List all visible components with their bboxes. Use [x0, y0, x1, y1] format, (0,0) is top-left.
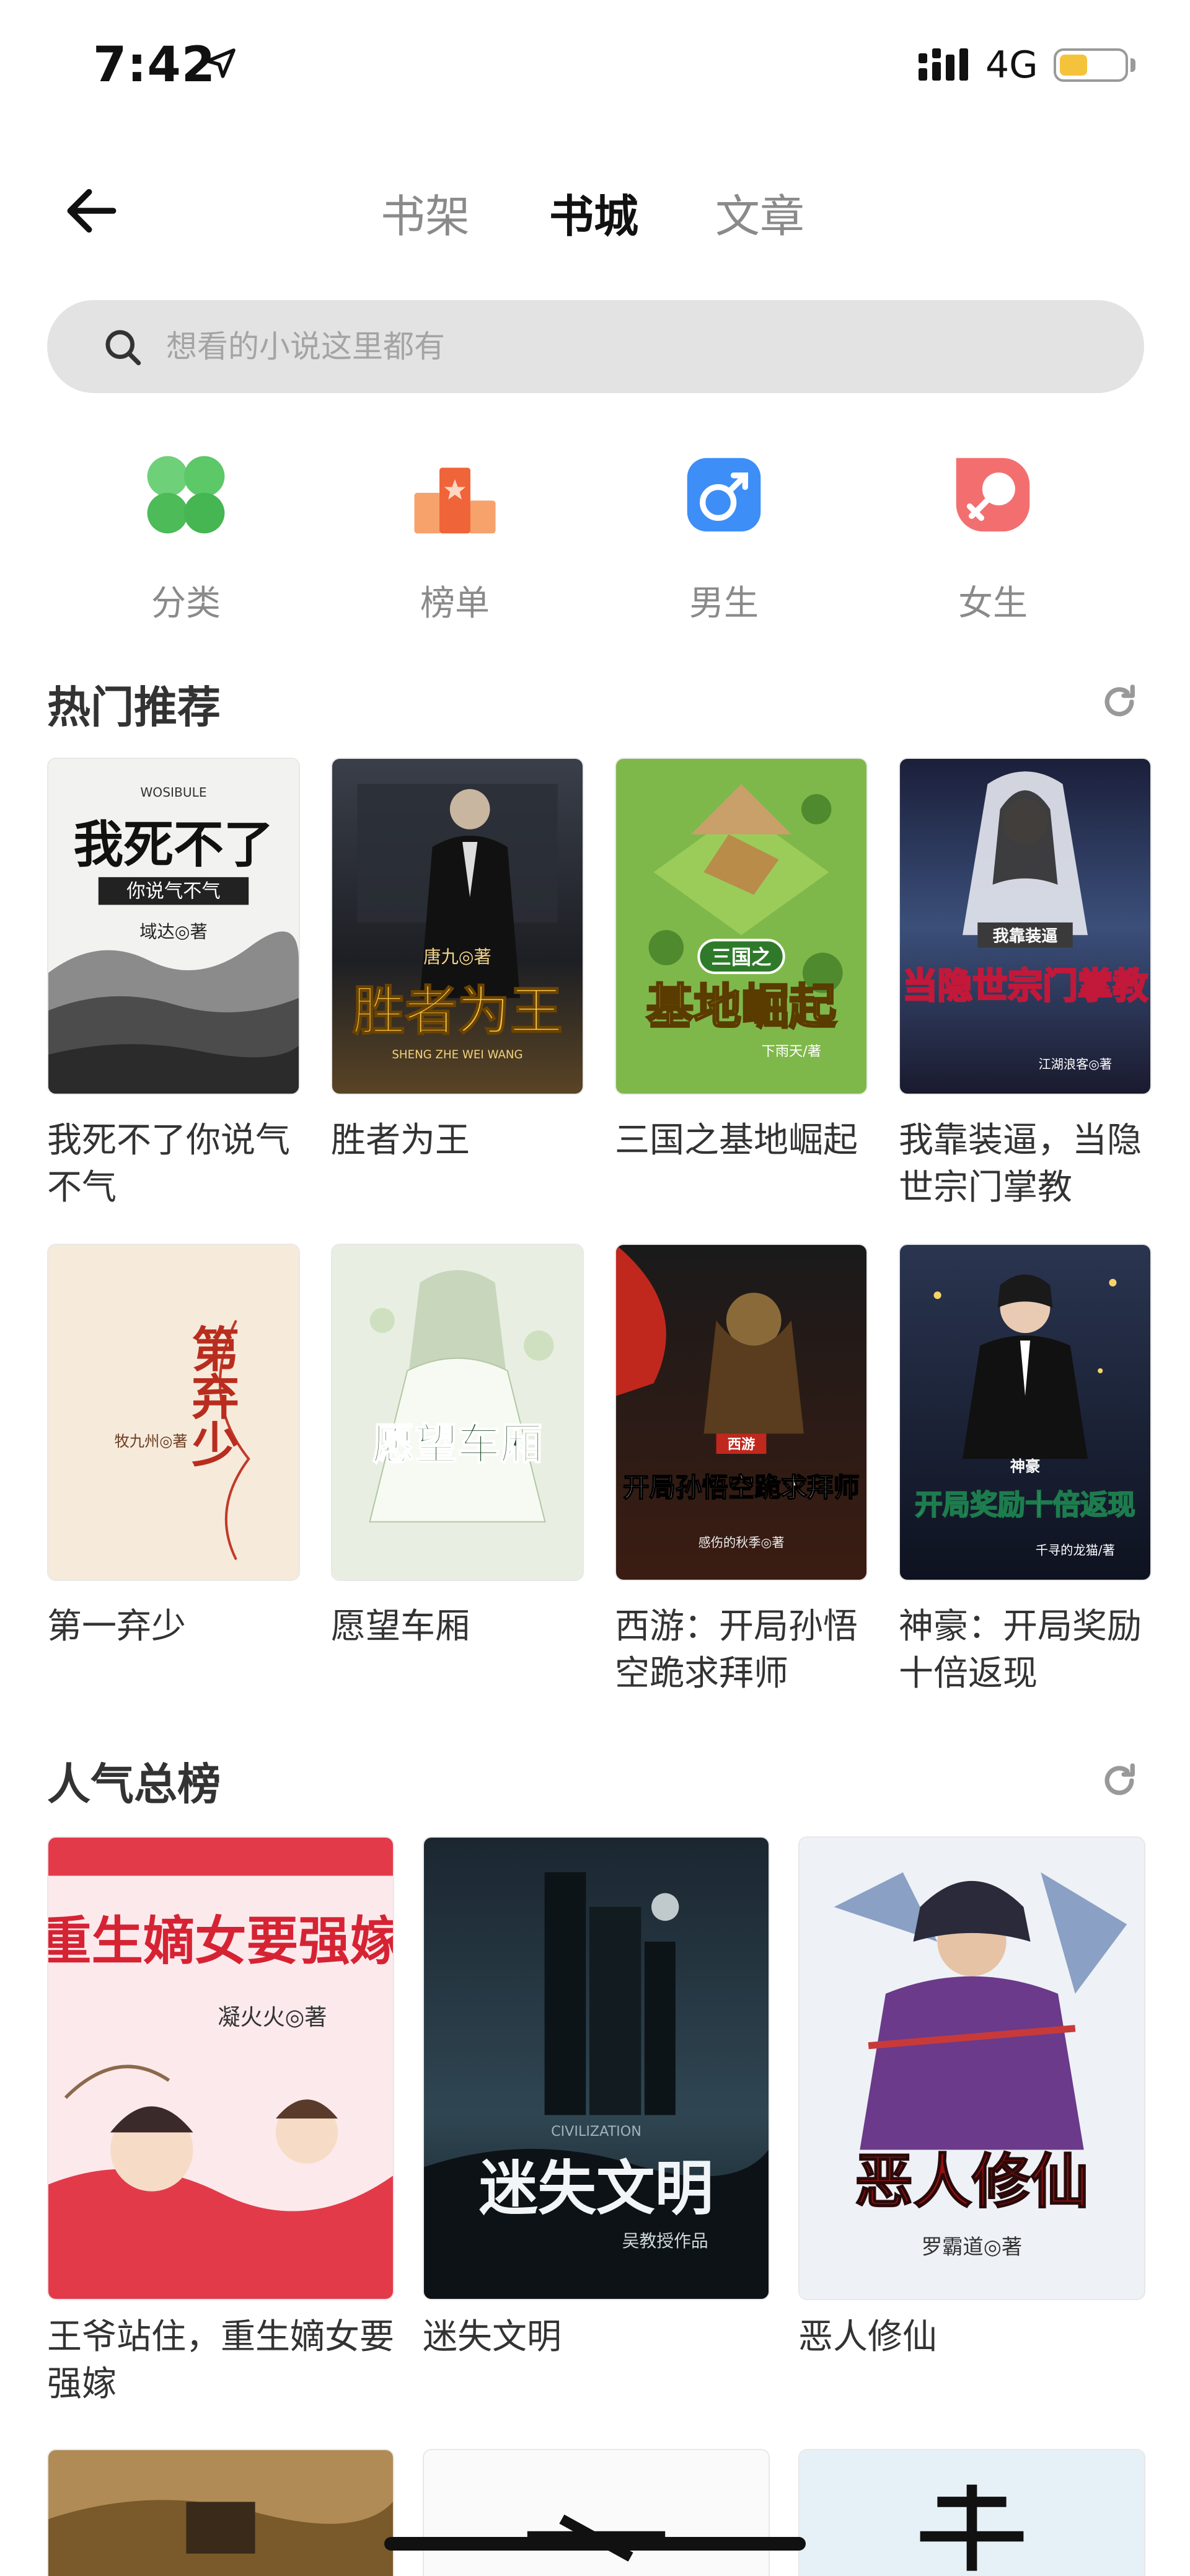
cover-author: 感伤的秋季◎著: [699, 1535, 785, 1550]
book-card[interactable]: 神豪 开局奖励十倍返现 千寻的龙猫/著 神豪：开局奖励十倍返现: [899, 1244, 1154, 1694]
status-bar: 7:42 4G: [0, 0, 1190, 124]
podium-icon: [414, 467, 496, 534]
search-input[interactable]: [166, 324, 1034, 370]
book-title: 我靠装逼，当隐世宗门掌教: [899, 1120, 1142, 1208]
clover-icon: [147, 456, 225, 534]
book-title: 胜者为王: [331, 1120, 470, 1161]
cover-author: 江湖浪客◎著: [1038, 1056, 1112, 1071]
book-card[interactable]: 我靠装逼 当隐世宗门掌教 江湖浪客◎著 我靠装逼，当隐世宗门掌教: [899, 758, 1154, 1208]
book-card[interactable]: WOSIBULE 我死不了 你说气不气 域达◎著 我死不了你说气不气: [47, 758, 302, 1208]
book-title: 第一弃少: [47, 1606, 186, 1647]
cover-subtitle: 你说气不气: [126, 880, 220, 902]
book-cover[interactable]: CIVILIZATION 迷失文明 吴教授作品: [423, 1836, 770, 2300]
book-card[interactable]: 恶人修仙 罗霸道◎著 恶人修仙: [798, 1836, 1147, 2363]
arrow-left-icon[interactable]: [60, 179, 124, 243]
book-card[interactable]: CIVILIZATION 迷失文明 吴教授作品 迷失文明: [423, 1836, 771, 2363]
category-female[interactable]: 女生: [900, 446, 1086, 632]
book-title: 王爷站住，重生嫡女要强嫁: [47, 2317, 394, 2404]
book-cover[interactable]: 神豪 开局奖励十倍返现 千寻的龙猫/著: [899, 1244, 1152, 1581]
cover-title: 恶人修仙: [855, 2148, 1089, 2216]
male-icon: [687, 458, 761, 532]
cover-title: 愿望车厢: [372, 1420, 543, 1469]
refresh-icon[interactable]: [1098, 1759, 1140, 1802]
tab-bookstore[interactable]: 书城: [549, 180, 638, 245]
book-title: 神豪：开局奖励十倍返现: [899, 1606, 1142, 1694]
cover-author: 罗霸道◎著: [922, 2234, 1023, 2259]
book-card[interactable]: 重生嫡女要强嫁 凝火火◎著 王爷站住，重生嫡女要强嫁: [47, 1836, 395, 2404]
cover-author: 唐九◎著: [423, 947, 491, 967]
book-title: 愿望车厢: [331, 1606, 470, 1647]
book-cover[interactable]: 三国之 基地崛起 下雨天/著: [615, 758, 868, 1095]
refresh-icon[interactable]: [1098, 681, 1140, 723]
book-cover-partial[interactable]: [423, 2449, 770, 2576]
category-classify[interactable]: 分类: [93, 446, 279, 632]
cover-subtitle: 神豪: [1010, 1457, 1040, 1475]
category-row: 分类 榜单 男生 女生: [0, 446, 1190, 632]
book-card[interactable]: 第弃少 牧九州◎著 第一弃少: [47, 1244, 302, 1647]
book-cover[interactable]: WOSIBULE 我死不了 你说气不气 域达◎著: [47, 758, 300, 1095]
category-label: 分类: [151, 583, 221, 624]
cover-title: 胜者为王: [352, 981, 562, 1042]
book-cover[interactable]: 愿望车厢: [331, 1244, 584, 1581]
book-cover[interactable]: 我靠装逼 当隐世宗门掌教 江湖浪客◎著: [899, 758, 1152, 1095]
female-icon: [956, 458, 1030, 532]
cover-title: 迷失文明: [479, 2154, 713, 2223]
book-title: 西游：开局孙悟空跪求拜师: [615, 1606, 858, 1694]
top-tabs: 书架 书城 文章: [372, 180, 818, 248]
cover-author: 千寻的龙猫/著: [1036, 1543, 1115, 1557]
category-label: 女生: [958, 583, 1028, 624]
book-title: 迷失文明: [423, 2317, 562, 2357]
cover-latin: CIVILIZATION: [551, 2123, 641, 2140]
battery-icon: [1054, 48, 1128, 82]
cover-subtitle: 我靠装逼: [992, 927, 1057, 945]
cover-author: 凝火火◎著: [218, 2004, 327, 2030]
location-arrow-icon: [206, 48, 236, 78]
book-card[interactable]: 愿望车厢 愿望车厢: [331, 1244, 586, 1647]
cover-author: 下雨天/著: [762, 1043, 821, 1060]
category-label: 榜单: [420, 583, 490, 624]
cover-title: 当隐世宗门掌教: [902, 966, 1148, 1007]
search-bar[interactable]: [47, 300, 1144, 393]
cover-title: 开局奖励十倍返现: [915, 1489, 1135, 1521]
book-card[interactable]: 西游 开局孙悟空跪求拜师 感伤的秋季◎著 西游：开局孙悟空跪求拜师: [615, 1244, 870, 1694]
cover-title: 第弃少: [183, 1324, 239, 1468]
book-cover[interactable]: 第弃少 牧九州◎著: [47, 1244, 300, 1581]
book-title: 三国之基地崛起: [615, 1120, 858, 1161]
cover-subtitle: 三国之: [712, 945, 772, 969]
book-cover[interactable]: 恶人修仙 罗霸道◎著: [798, 1836, 1145, 2300]
book-cover-partial[interactable]: [798, 2449, 1145, 2576]
search-icon: [105, 330, 141, 366]
cover-author: 牧九州◎著: [115, 1432, 188, 1450]
book-cover[interactable]: 重生嫡女要强嫁 凝火火◎著: [47, 1836, 394, 2300]
battery-level: [1060, 55, 1087, 76]
book-cover[interactable]: 唐九◎著 胜者为王 SHENG ZHE WEI WANG: [331, 758, 584, 1095]
book-card[interactable]: 唐九◎著 胜者为王 SHENG ZHE WEI WANG 胜者为王: [331, 758, 586, 1161]
cover-author: 域达◎著: [139, 921, 207, 942]
cover-title: 基地崛起: [646, 980, 837, 1035]
book-title: 恶人修仙: [798, 2317, 937, 2357]
signal-icon: [919, 48, 968, 81]
network-type: 4G: [985, 43, 1038, 87]
cover-subtitle: 西游: [728, 1436, 755, 1453]
book-cover[interactable]: 西游 开局孙悟空跪求拜师 感伤的秋季◎著: [615, 1244, 868, 1581]
cover-title: 我死不了: [73, 816, 273, 874]
home-indicator[interactable]: [384, 2537, 806, 2551]
cover-latin: SHENG ZHE WEI WANG: [392, 1048, 522, 1061]
status-time: 7:42: [93, 37, 216, 93]
section-title-hot: 热门推荐: [47, 682, 221, 733]
book-cover-partial[interactable]: [47, 2449, 394, 2576]
battery-tip: [1130, 58, 1135, 72]
cover-author: 吴教授作品: [622, 2231, 708, 2251]
tab-bookshelf[interactable]: 书架: [381, 180, 470, 245]
section-title-popular: 人气总榜: [47, 1759, 221, 1810]
category-male[interactable]: 男生: [631, 446, 817, 632]
category-ranking[interactable]: 榜单: [362, 446, 548, 632]
cover-title: 重生嫡女要强嫁: [48, 1911, 393, 1972]
book-title: 我死不了你说气不气: [47, 1120, 290, 1208]
category-label: 男生: [689, 583, 759, 624]
cover-title: 开局孙悟空跪求拜师: [623, 1473, 860, 1503]
book-card[interactable]: 三国之 基地崛起 下雨天/著 三国之基地崛起: [615, 758, 870, 1161]
tab-articles[interactable]: 文章: [715, 180, 804, 245]
cover-latin: WOSIBULE: [140, 785, 206, 800]
